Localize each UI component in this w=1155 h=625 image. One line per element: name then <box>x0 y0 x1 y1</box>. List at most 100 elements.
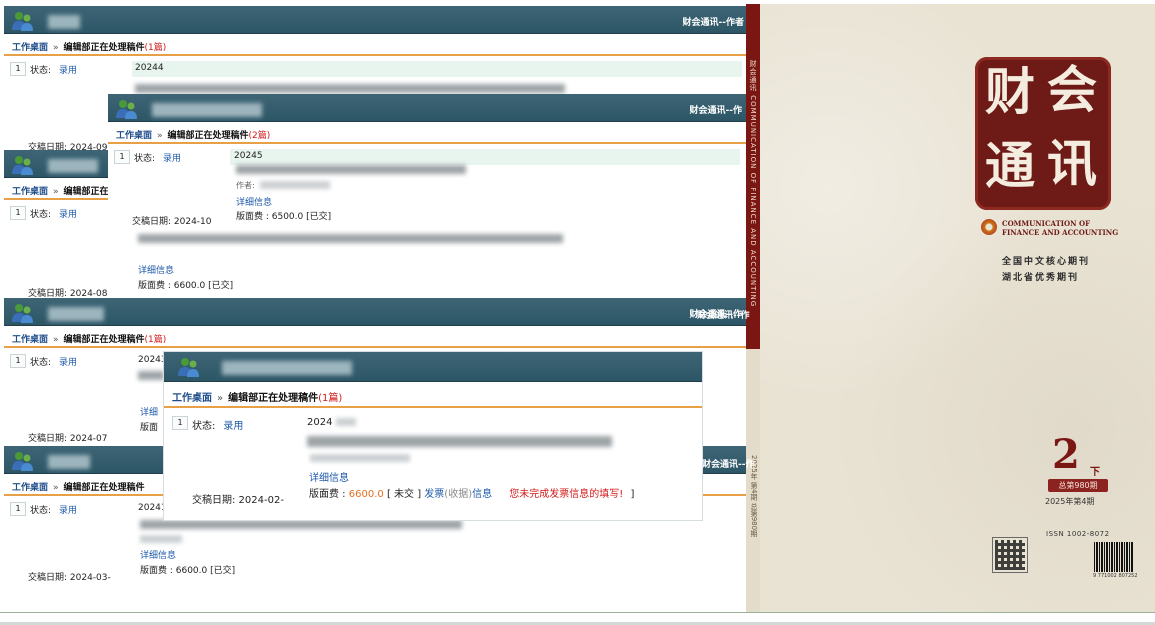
fee-line: 版面 <box>140 423 159 433</box>
manuscript-id: 2024 <box>307 417 333 428</box>
users-icon <box>12 12 33 31</box>
detail-link[interactable]: 详细信息 <box>138 263 174 276</box>
barcode-icon <box>1094 542 1134 572</box>
spine-text: 财会通讯 COMMUNICATION OF FINANCE AND ACCOUN… <box>749 60 757 308</box>
breadcrumb-home-link[interactable]: 工作桌面 <box>12 187 48 197</box>
fee-line: 版面费 : 6600.0 [已交] <box>140 566 236 576</box>
id-blur <box>336 418 356 426</box>
id-bar <box>230 149 740 165</box>
breadcrumb-count: (1篇) <box>144 335 167 345</box>
manuscript-id: 20245 <box>234 151 263 161</box>
status-label: 状态: <box>192 421 216 432</box>
users-icon <box>12 452 33 471</box>
cover-subtitle-1: 全国中文核心期刊 <box>1002 257 1091 267</box>
panel-header: 财会通讯--作 <box>108 94 748 122</box>
breadcrumb-current: 编辑部正在处理稿件 <box>63 483 145 493</box>
invoice-collect: (收据) <box>444 489 473 500</box>
brand-label: 财会通讯--作者 <box>682 18 744 28</box>
detail-link[interactable]: 详细 <box>140 405 158 418</box>
submit-date: 交稿日期: 2024-10 <box>132 217 212 227</box>
breadcrumb-separator: » <box>53 43 59 53</box>
title-blur <box>138 371 164 380</box>
english-title-line1: COMMUNICATION OF <box>1002 219 1091 228</box>
detail-link[interactable]: 详细信息 <box>140 548 176 561</box>
breadcrumb-count: (1篇) <box>144 43 167 53</box>
invoice-warning: 您未完成发票信息的填写! <box>509 489 624 500</box>
author-blur <box>260 181 330 189</box>
close-bracket: ] <box>630 489 635 500</box>
breadcrumb-count: (1篇) <box>318 393 343 404</box>
status-value[interactable]: 录用 <box>59 66 77 76</box>
status: 状态: 录用 <box>134 151 181 164</box>
breadcrumb-current: 编辑部正在处理稿件 <box>63 335 145 345</box>
author-label: 作者: <box>236 181 255 190</box>
users-icon <box>178 358 199 377</box>
status-label: 状态: <box>30 358 52 368</box>
detail-link[interactable]: 详细信息 <box>236 195 272 208</box>
status-value[interactable]: 录用 <box>223 421 243 432</box>
row-number: 1 <box>114 150 130 164</box>
panel-2: 财会通讯--作 工作桌面 » 编辑部正在处理稿件(2篇) 1 状态: 录用 20245… <box>108 94 748 300</box>
author-blur <box>310 454 410 462</box>
panel-5: 工作桌面 » 编辑部正在处理稿件(1篇) 1 状态: 录用 2024 详细信息 交稿日… <box>163 351 703 521</box>
status-value[interactable]: 录用 <box>59 358 77 368</box>
status-label: 状态: <box>30 66 52 76</box>
fee-line: 版面费 : 6600.0 [ 未交 ] 发票(收据)信息 您未完成发票信息的填写… <box>309 485 634 500</box>
breadcrumb-separator: » <box>217 393 224 404</box>
total-issue-badge: 总第980期 <box>1048 479 1108 492</box>
status-value[interactable]: 录用 <box>59 210 77 220</box>
breadcrumb-current: 编辑部正在处理稿件 <box>228 393 319 404</box>
id-bar <box>132 61 742 77</box>
title-blur <box>140 520 462 529</box>
invoice-link[interactable]: 发票 <box>424 489 444 500</box>
issue-number: 2 <box>1052 431 1080 478</box>
row-number: 1 <box>10 502 26 516</box>
breadcrumb-home-link[interactable]: 工作桌面 <box>116 131 152 141</box>
submit-date: 交稿日期: 2024-03- <box>28 573 111 583</box>
users-icon <box>12 304 33 323</box>
title-blur <box>236 165 466 174</box>
detail-link[interactable]: 详细信息 <box>309 469 349 484</box>
breadcrumb-separator: » <box>53 187 59 197</box>
status-value[interactable]: 录用 <box>59 506 77 516</box>
author-blur <box>140 535 182 543</box>
publisher-emblem-icon <box>981 219 997 235</box>
journal-logo: 财 会 通 讯 <box>975 57 1111 210</box>
invoice-info-link[interactable]: 信息 <box>472 489 492 500</box>
english-title: COMMUNICATION OF FINANCE AND ACCOUNTING <box>1002 219 1118 237</box>
logo-char-4: 讯 <box>1047 134 1097 193</box>
qr-code-icon <box>992 537 1028 573</box>
brand-label: 财会通讯--作 <box>697 311 750 321</box>
status-label: 状态: <box>30 506 52 516</box>
fee-value: 6600.0 <box>348 489 384 500</box>
divider <box>0 612 1155 613</box>
status-value[interactable]: 录用 <box>163 154 181 164</box>
breadcrumb-home-link[interactable]: 工作桌面 <box>12 483 48 493</box>
fee-label: 版面费 : <box>309 489 346 500</box>
username-blur <box>48 159 98 173</box>
brand-label: 财会通讯--作 <box>689 106 742 116</box>
logo-char-2: 会 <box>1047 60 1097 119</box>
users-icon <box>116 100 137 119</box>
fee-unpaid: [ 未交 ] <box>386 489 422 500</box>
status-label: 状态: <box>134 154 156 164</box>
breadcrumb-home-link[interactable]: 工作桌面 <box>12 335 48 345</box>
fee-line: 版面费 : 6500.0 [已交] <box>236 212 332 222</box>
manuscript-id: 20244 <box>135 63 164 73</box>
brand-label: 财会通讯--作 <box>702 460 755 470</box>
submit-date: 交稿日期: 2024-02- <box>192 495 284 506</box>
breadcrumb-separator: » <box>53 483 59 493</box>
row-number: 1 <box>10 206 26 220</box>
cover-subtitle-2: 湖北省优秀期刊 <box>1002 273 1080 283</box>
breadcrumb: 工作桌面 » 编辑部正在处理稿件(1篇) <box>4 34 750 56</box>
status: 状态: 录用 <box>30 63 77 76</box>
panel-header <box>164 352 702 382</box>
breadcrumb: 工作桌面 » 编辑部正在处理稿件(1篇) <box>4 326 748 348</box>
title-blur-2 <box>138 234 563 243</box>
panel-header: 财会通讯--作者 <box>4 6 750 34</box>
breadcrumb-home-link[interactable]: 工作桌面 <box>172 393 212 404</box>
breadcrumb-current: 编辑部正在处理稿件 <box>63 43 145 53</box>
breadcrumb-home-link[interactable]: 工作桌面 <box>12 43 48 53</box>
submit-date: 交稿日期: 2024-07 <box>28 434 108 444</box>
english-title-line2: FINANCE AND ACCOUNTING <box>1002 228 1119 237</box>
